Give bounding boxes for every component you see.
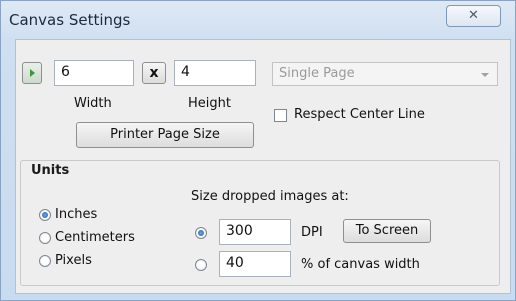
respect-center-line-label: Respect Center Line [294,107,425,122]
swap-dimensions-button[interactable]: x [142,62,166,84]
units-heading: Units [31,163,70,178]
window-title: Canvas Settings [9,11,131,29]
units-radio-pixels[interactable] [39,255,51,267]
dpi-radio[interactable] [195,227,207,239]
units-label-pixels: Pixels [55,253,92,268]
play-button[interactable] [22,62,42,84]
printer-page-size-button[interactable]: Printer Page Size [76,122,254,148]
page-mode-dropdown[interactable]: Single Page [272,62,498,86]
canvas-settings-window: Canvas Settings ✕ 6 x 4 Width Height Pri… [0,0,516,301]
play-icon [30,69,35,77]
close-button[interactable]: ✕ [446,5,501,27]
width-input[interactable]: 6 [54,60,134,86]
percent-label: % of canvas width [301,257,420,272]
units-label-inches: Inches [55,207,98,222]
percent-radio[interactable] [195,259,207,271]
times-label: x [149,65,159,81]
respect-center-line-checkbox[interactable] [274,109,287,122]
units-group: Units Inches Centimeters Pixels Size dro… [20,160,500,286]
dialog-client-area: 6 x 4 Width Height Printer Page Size Sin… [15,39,511,294]
height-caption: Height [188,96,231,111]
printer-page-size-label: Printer Page Size [110,127,220,142]
to-screen-button[interactable]: To Screen [343,219,431,243]
height-input[interactable]: 4 [174,60,256,86]
dpi-input[interactable]: 300 [219,219,291,245]
dropped-images-heading: Size dropped images at: [191,189,349,204]
units-radio-inches[interactable] [39,209,51,221]
width-caption: Width [74,96,112,111]
to-screen-label: To Screen [355,223,419,238]
dropdown-arrow-icon [481,73,489,77]
page-mode-value: Single Page [279,66,355,81]
percent-input[interactable]: 40 [219,251,291,277]
units-radio-centimeters[interactable] [39,232,51,244]
close-icon: ✕ [468,8,479,23]
dpi-label: DPI [301,225,323,240]
units-label-centimeters: Centimeters [55,230,135,245]
